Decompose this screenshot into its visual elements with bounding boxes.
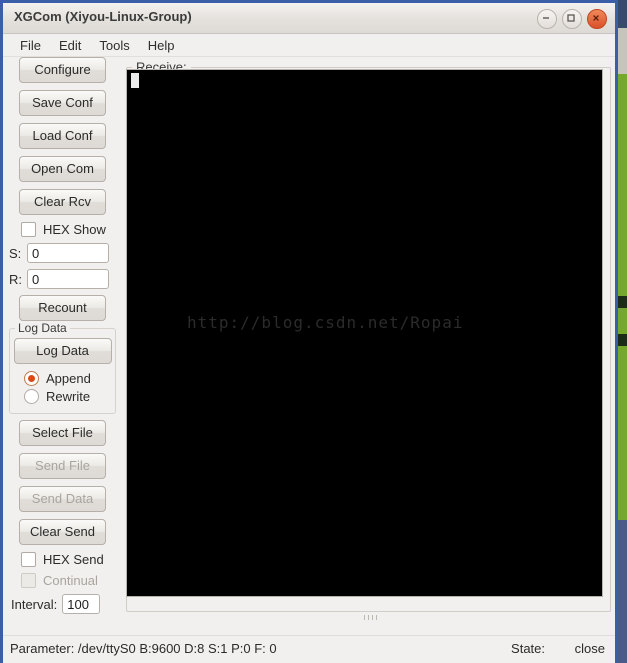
- rewrite-radio[interactable]: Rewrite: [24, 389, 115, 404]
- recv-count-label: R:: [9, 271, 22, 287]
- recount-button[interactable]: Recount: [19, 295, 106, 321]
- append-label: Append: [46, 371, 91, 386]
- menu-item-edit[interactable]: Edit: [50, 36, 90, 55]
- menu-item-tools[interactable]: Tools: [90, 36, 138, 55]
- interval-row: Interval: 100: [11, 594, 122, 614]
- menu-bar: File Edit Tools Help: [3, 34, 615, 57]
- log-data-group: Log Data Log Data Append Rewrite: [9, 321, 116, 414]
- hex-send-checkbox[interactable]: HEX Send: [21, 552, 122, 567]
- append-radio[interactable]: Append: [24, 371, 115, 386]
- menu-item-help[interactable]: Help: [139, 36, 184, 55]
- clear-rcv-button[interactable]: Clear Rcv: [19, 189, 106, 215]
- receive-textarea[interactable]: http://blog.csdn.net/Ropai: [126, 69, 603, 597]
- hex-send-label: HEX Send: [43, 552, 104, 567]
- radio-selected-icon: [24, 371, 39, 386]
- interval-label: Interval:: [11, 596, 58, 612]
- screen: XGCom (Xiyou-Linux-Group) File Edit Tool…: [0, 0, 627, 663]
- clear-send-button[interactable]: Clear Send: [19, 519, 106, 545]
- select-file-button[interactable]: Select File: [19, 420, 106, 446]
- send-count-row: S: 0: [9, 243, 122, 263]
- app-window: XGCom (Xiyou-Linux-Group) File Edit Tool…: [0, 0, 618, 663]
- checkbox-box-icon: [21, 552, 36, 567]
- receive-panel: Receive: http://blog.csdn.net/Ropai: [122, 57, 615, 637]
- interval-input[interactable]: 100: [62, 594, 101, 614]
- status-state-label: State:: [511, 641, 545, 656]
- window-controls: [537, 9, 607, 29]
- title-bar[interactable]: XGCom (Xiyou-Linux-Group): [3, 3, 615, 34]
- text-caret: [131, 73, 139, 88]
- window-title: XGCom (Xiyou-Linux-Group): [14, 9, 192, 24]
- checkbox-box-icon: [21, 222, 36, 237]
- rewrite-label: Rewrite: [46, 389, 91, 404]
- main-body: Configure Save Conf Load Conf Open Com C…: [3, 57, 615, 663]
- radio-empty-icon: [24, 389, 39, 404]
- continual-label: Continual: [43, 573, 98, 588]
- send-file-button[interactable]: Send File: [19, 453, 106, 479]
- status-parameter: Parameter: /dev/ttyS0 B:9600 D:8 S:1 P:0…: [10, 641, 277, 656]
- maximize-icon[interactable]: [562, 9, 582, 29]
- receive-content: http://blog.csdn.net/Ropai: [187, 313, 464, 332]
- desktop-marker: [618, 334, 627, 346]
- minimize-icon[interactable]: [537, 9, 557, 29]
- hex-show-checkbox[interactable]: HEX Show: [21, 222, 122, 237]
- recv-count-input[interactable]: 0: [27, 269, 109, 289]
- continual-checkbox[interactable]: Continual: [21, 573, 122, 588]
- recv-count-row: R: 0: [9, 269, 122, 289]
- open-com-button[interactable]: Open Com: [19, 156, 106, 182]
- load-conf-button[interactable]: Load Conf: [19, 123, 106, 149]
- control-sidebar: Configure Save Conf Load Conf Open Com C…: [3, 57, 122, 637]
- close-icon[interactable]: [587, 9, 607, 29]
- log-data-group-title: Log Data: [15, 321, 70, 335]
- save-conf-button[interactable]: Save Conf: [19, 90, 106, 116]
- splitter-grip[interactable]: [364, 615, 380, 621]
- desktop-marker: [618, 296, 627, 308]
- checkbox-box-icon: [21, 573, 36, 588]
- menu-item-file[interactable]: File: [11, 36, 50, 55]
- log-data-button[interactable]: Log Data: [13, 338, 112, 364]
- status-bar: Parameter: /dev/ttyS0 B:9600 D:8 S:1 P:0…: [3, 635, 615, 663]
- send-count-input[interactable]: 0: [27, 243, 109, 263]
- send-data-button[interactable]: Send Data: [19, 486, 106, 512]
- status-state-value: close: [574, 641, 605, 656]
- hex-show-label: HEX Show: [43, 222, 106, 237]
- configure-button[interactable]: Configure: [19, 57, 106, 83]
- send-count-label: S:: [9, 245, 22, 261]
